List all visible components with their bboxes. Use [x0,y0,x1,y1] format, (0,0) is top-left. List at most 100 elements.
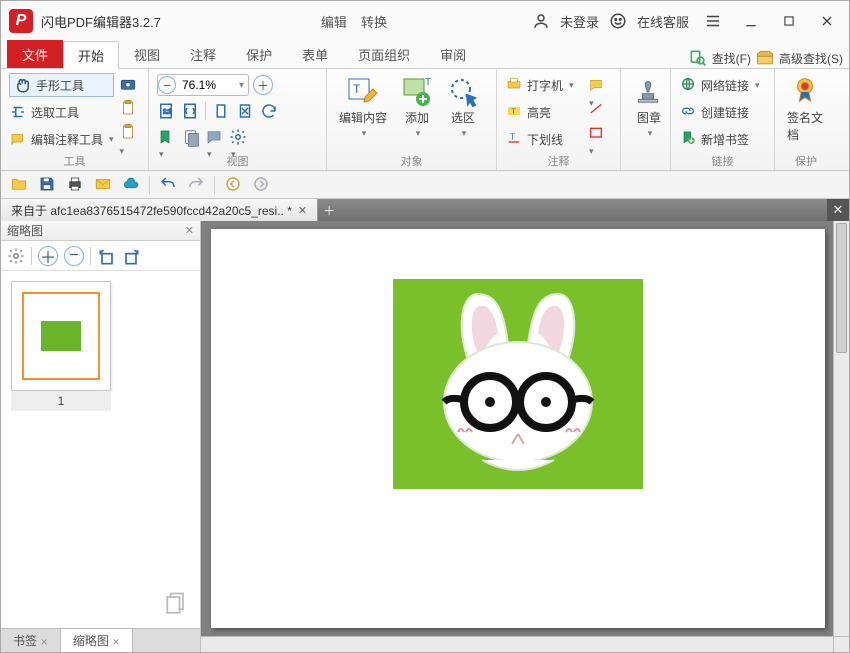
stamp-button[interactable]: 图章 [629,73,669,141]
thumb-gear-icon[interactable] [7,247,25,265]
selection-label: 选区 [451,109,475,126]
document-tab[interactable]: 来自于 afc1ea8376515472fe590fccd42a20c5_res… [1,199,318,221]
side-panel-close-icon[interactable]: ✕ [185,224,194,237]
line-icon[interactable] [587,101,605,119]
qa-save-icon[interactable] [37,175,57,195]
tab-protect[interactable]: 保护 [231,40,287,68]
thumbnail-page[interactable]: 1 [11,281,190,411]
hamburger-icon[interactable] [699,7,727,35]
edit-annot-tool[interactable]: 编辑注释工具 [9,127,114,151]
qa-redo-icon[interactable] [186,175,206,195]
weblink-button[interactable]: 网络链接 [679,73,760,97]
adv-find-button[interactable]: 高级查找(S) [779,50,843,67]
clipboard-icon[interactable] [118,99,136,117]
thumb-zoom-out-icon[interactable]: − [64,246,84,266]
clipboard2-icon[interactable] [118,123,136,141]
close-all-tabs-button[interactable]: ✕ [827,199,849,221]
create-link-label: 创建链接 [701,104,749,121]
hand-tool-label: 手形工具 [36,77,84,94]
new-tab-button[interactable]: ＋ [318,202,340,219]
rect-icon[interactable] [587,125,605,143]
side-tab-thumbnail[interactable]: 缩略图 ✕ [60,628,133,652]
select-tool[interactable]: 选取工具 [9,100,114,124]
qa-cloud-icon[interactable] [121,175,141,195]
tab-review[interactable]: 审阅 [425,40,481,68]
qa-open-icon[interactable] [9,175,29,195]
vertical-scrollbar[interactable] [833,221,849,636]
fit-width-icon[interactable] [181,102,199,120]
select-icon [9,103,27,121]
document-canvas[interactable] [201,221,849,652]
camera-icon[interactable] [118,75,136,93]
tab-form[interactable]: 表单 [287,40,343,68]
close-button[interactable] [813,7,841,35]
thumbnail-preview-icon [41,321,81,351]
tab-page-organize[interactable]: 页面组织 [343,40,425,68]
chat-icon[interactable] [205,128,223,146]
new-bookmark-button[interactable]: 新增书签 [679,127,749,151]
side-panel-header: 缩略图 ✕ [1,221,200,241]
document-page[interactable] [211,229,825,628]
tab-start[interactable]: 开始 [63,41,119,69]
zoom-in-icon[interactable]: ＋ [253,75,273,95]
menu-edit[interactable]: 编辑 [321,12,347,31]
bookmark-add-icon [679,130,697,148]
sign-doc-button[interactable]: 签名文档 [783,73,829,145]
svg-text:T: T [425,77,431,88]
maximize-button[interactable] [775,7,803,35]
note-icon[interactable] [587,77,605,95]
selection-button[interactable]: 选区 [443,73,483,141]
document-tab-close-icon[interactable]: ✕ [298,204,307,217]
hand-icon [14,76,32,94]
highlight-button[interactable]: T 高亮 [505,100,551,124]
horizontal-scrollbar[interactable] [201,636,833,652]
pages-stack-icon[interactable] [162,590,190,618]
copy-icon[interactable] [181,128,199,146]
rotate-cw-icon[interactable] [121,247,139,265]
tab-file[interactable]: 文件 [7,40,63,68]
tab-annotate[interactable]: 注释 [175,40,231,68]
group-object-label: 对象 [335,152,488,169]
edit-content-button[interactable]: T 编辑内容 [335,73,391,141]
login-status[interactable]: 未登录 [560,12,599,31]
find-icon [688,48,708,68]
qa-next-icon[interactable] [251,175,271,195]
hand-tool[interactable]: 手形工具 [9,73,114,97]
zoom-control[interactable]: − ▾ [157,74,249,96]
qa-undo-icon[interactable] [158,175,178,195]
rotate-ccw-icon[interactable] [97,247,115,265]
qa-mail-icon[interactable] [93,175,113,195]
find-button[interactable]: 查找(F) [712,50,751,67]
menu-convert[interactable]: 转换 [361,12,387,31]
tab-view[interactable]: 视图 [119,40,175,68]
online-support[interactable]: 在线客服 [637,12,689,31]
minimize-button[interactable] [737,7,765,35]
thumb-zoom-in-icon[interactable]: ＋ [38,246,58,266]
ribbon-badge-icon [790,75,822,107]
add-button[interactable]: T 添加 [397,73,437,141]
svg-text:T: T [353,82,361,96]
layout2-icon[interactable] [236,102,254,120]
app-logo-icon: P [9,9,33,33]
bookmark-ribbon-icon[interactable] [157,128,175,146]
qa-print-icon[interactable] [65,175,85,195]
globe-icon [679,76,697,94]
underline-button[interactable]: T 下划线 [505,127,563,151]
typewriter-icon [505,76,523,94]
side-tab-bookmark[interactable]: 书签 ✕ [1,629,60,652]
refresh-icon[interactable] [260,102,278,120]
link-icon [679,103,697,121]
typewriter-button[interactable]: 打字机 [505,73,574,97]
zoom-out-icon[interactable]: − [158,76,176,94]
gear-view-icon[interactable] [229,128,247,146]
select-tool-label: 选取工具 [31,104,79,121]
quick-access-bar [1,171,849,199]
edit-content-icon: T [347,75,379,107]
zoom-dropdown-icon[interactable]: ▾ [235,80,248,91]
zoom-input[interactable] [178,78,233,92]
fit-page-icon[interactable]: 1:1 [157,102,175,120]
qa-prev-icon[interactable] [223,175,243,195]
ribbon: 手形工具 选取工具 编辑注释工具 工具 [1,69,849,171]
create-link-button[interactable]: 创建链接 [679,100,749,124]
layout1-icon[interactable] [212,102,230,120]
